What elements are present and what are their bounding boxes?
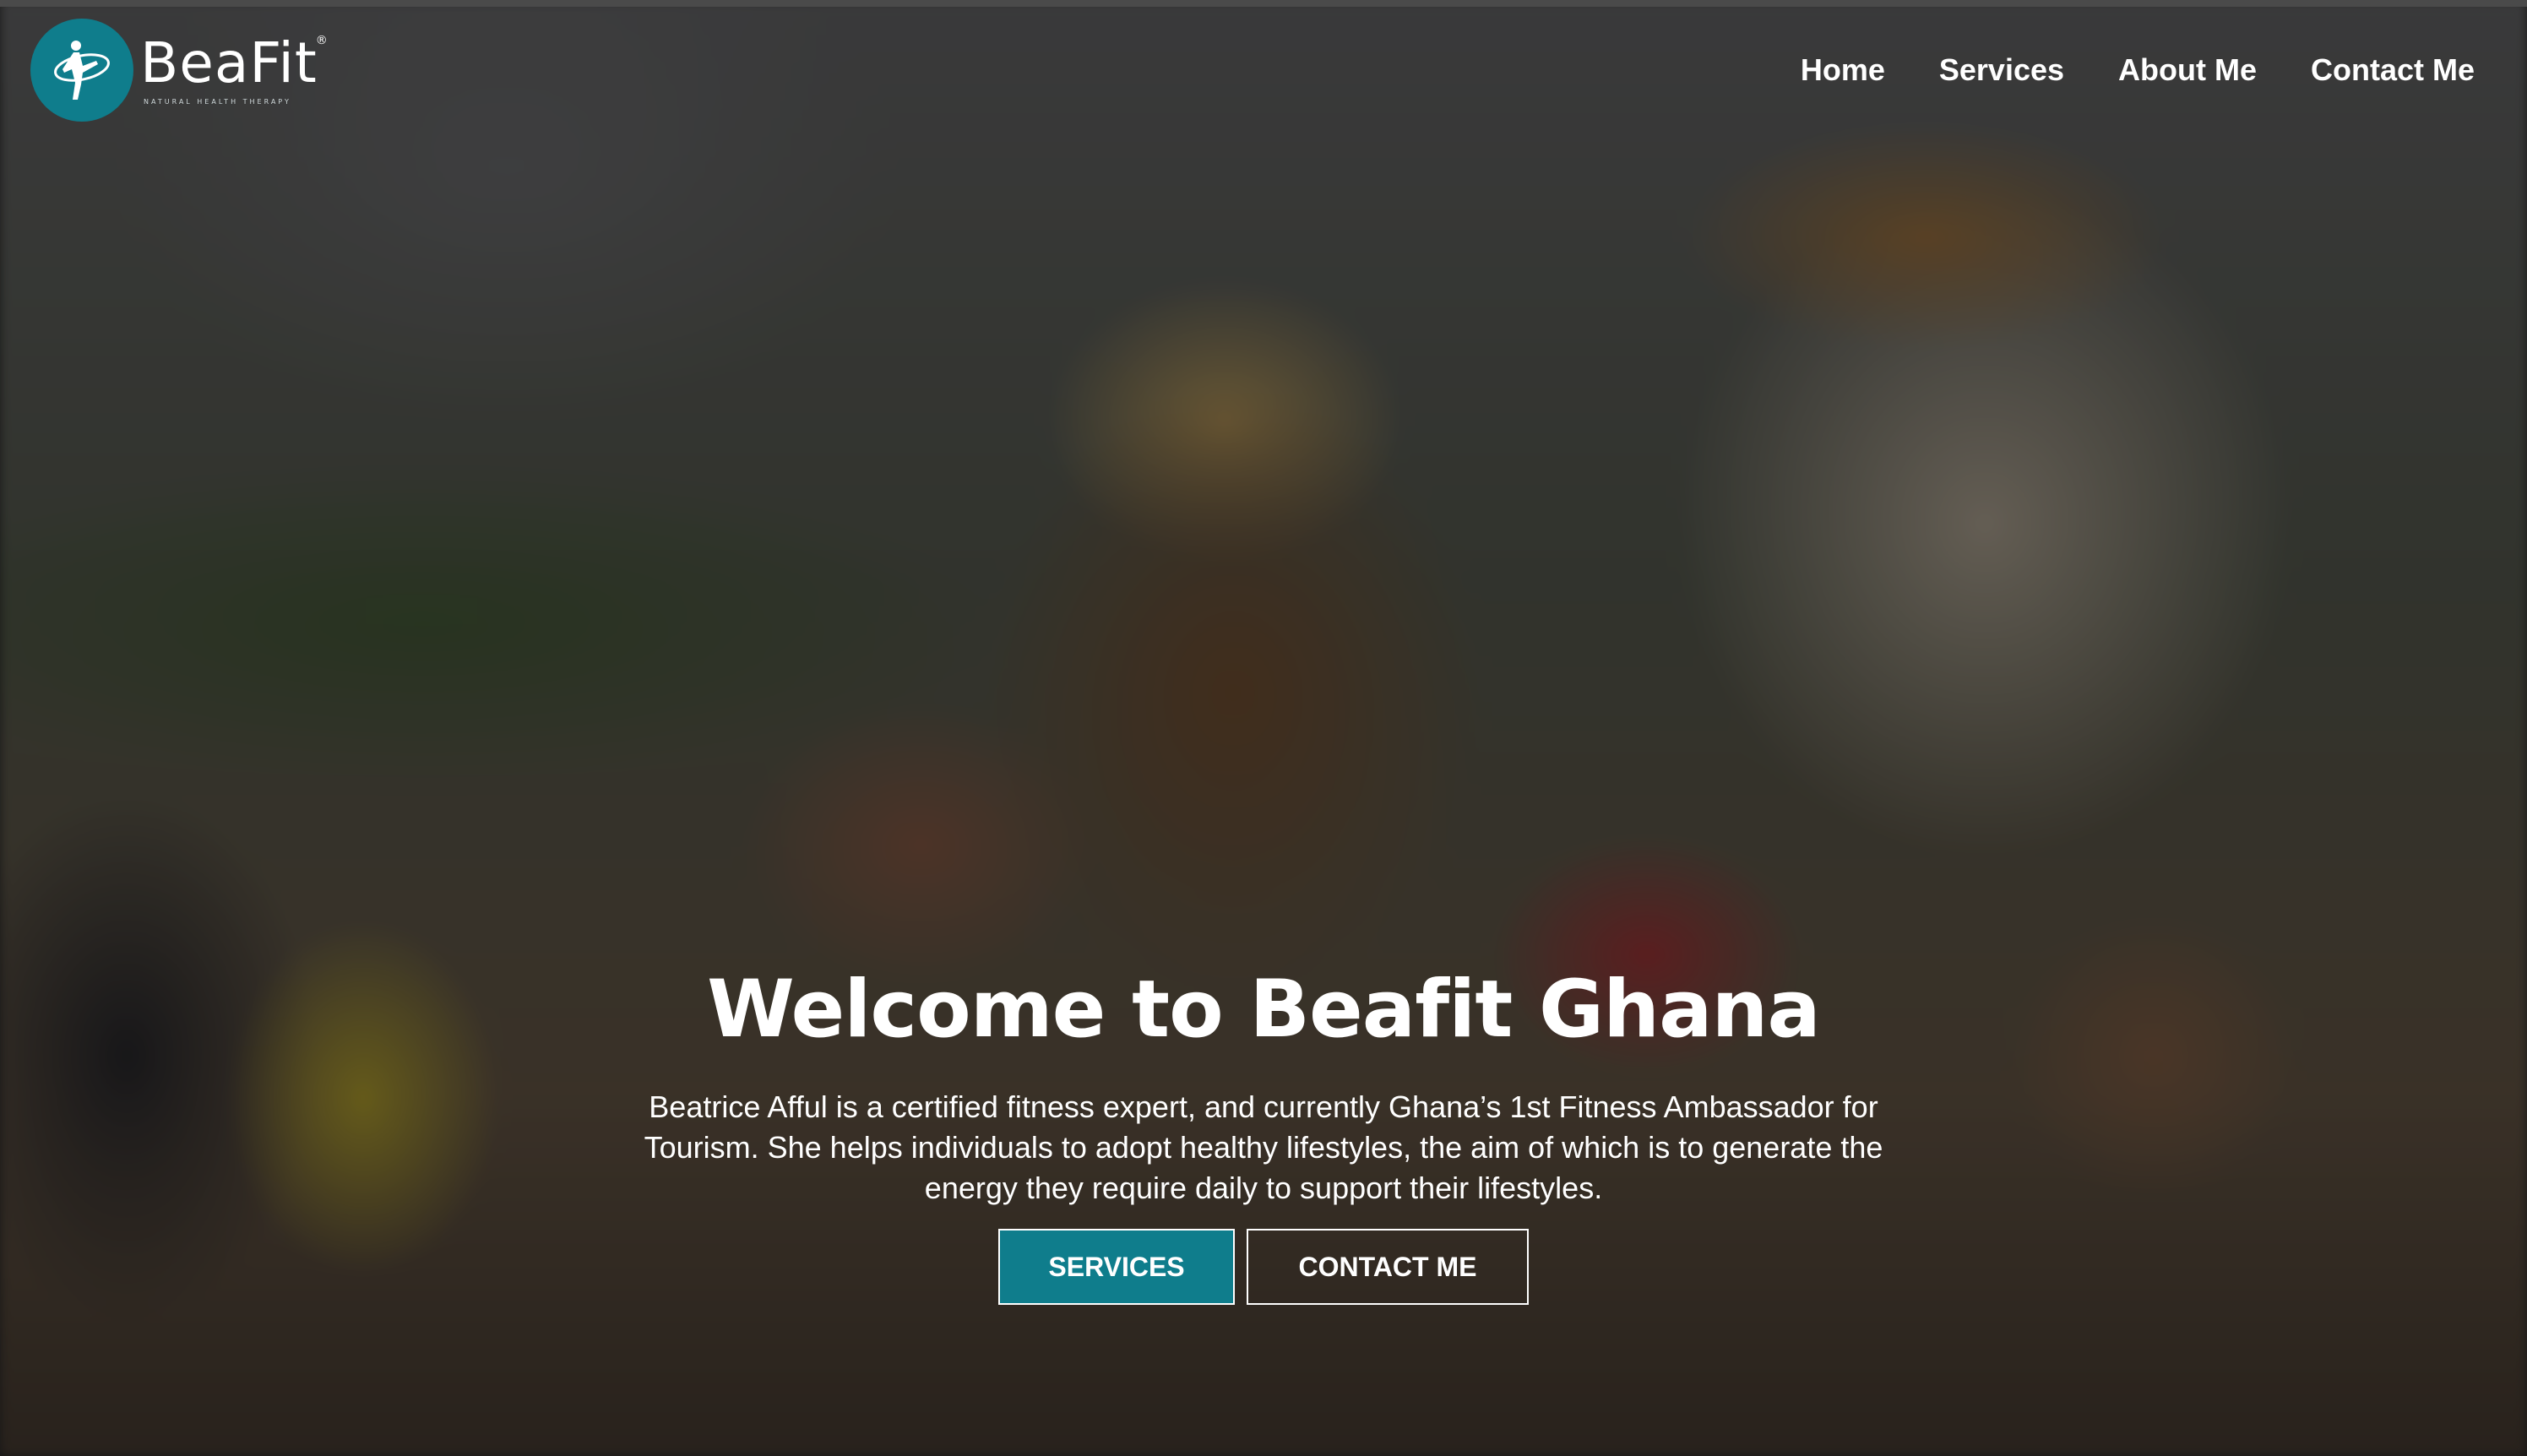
- registered-mark: ®: [315, 34, 328, 47]
- hero-title: Welcome to Beafit Ghana: [707, 964, 1821, 1056]
- hero-buttons: SERVICES CONTACT ME: [0, 1229, 2527, 1306]
- hero-section: BeaFit ® NATURAL HEALTH THERAPY Home Ser…: [0, 0, 2527, 1456]
- kicking-figure-logo-icon: [30, 19, 133, 122]
- hero-description: Beatrice Afful is a certified fitness ex…: [644, 1089, 1883, 1206]
- brand-name: BeaFit: [140, 30, 318, 95]
- nav-about-me[interactable]: About Me: [2118, 52, 2257, 88]
- services-button[interactable]: SERVICES: [998, 1229, 1235, 1306]
- top-border: [0, 0, 2527, 7]
- hero-content: Welcome to Beafit Ghana Beatrice Afful i…: [0, 964, 2527, 1306]
- brand-wordmark: BeaFit ® NATURAL HEALTH THERAPY: [140, 24, 328, 117]
- nav-contact-me[interactable]: Contact Me: [2311, 52, 2475, 88]
- nav-services[interactable]: Services: [1939, 52, 2064, 88]
- nav-home[interactable]: Home: [1801, 52, 1885, 88]
- main-nav: Home Services About Me Contact Me: [1801, 52, 2475, 88]
- brand-tagline: NATURAL HEALTH THERAPY: [144, 98, 291, 106]
- contact-me-button[interactable]: CONTACT ME: [1247, 1229, 1529, 1306]
- brand-logo[interactable]: BeaFit ® NATURAL HEALTH THERAPY: [30, 19, 328, 122]
